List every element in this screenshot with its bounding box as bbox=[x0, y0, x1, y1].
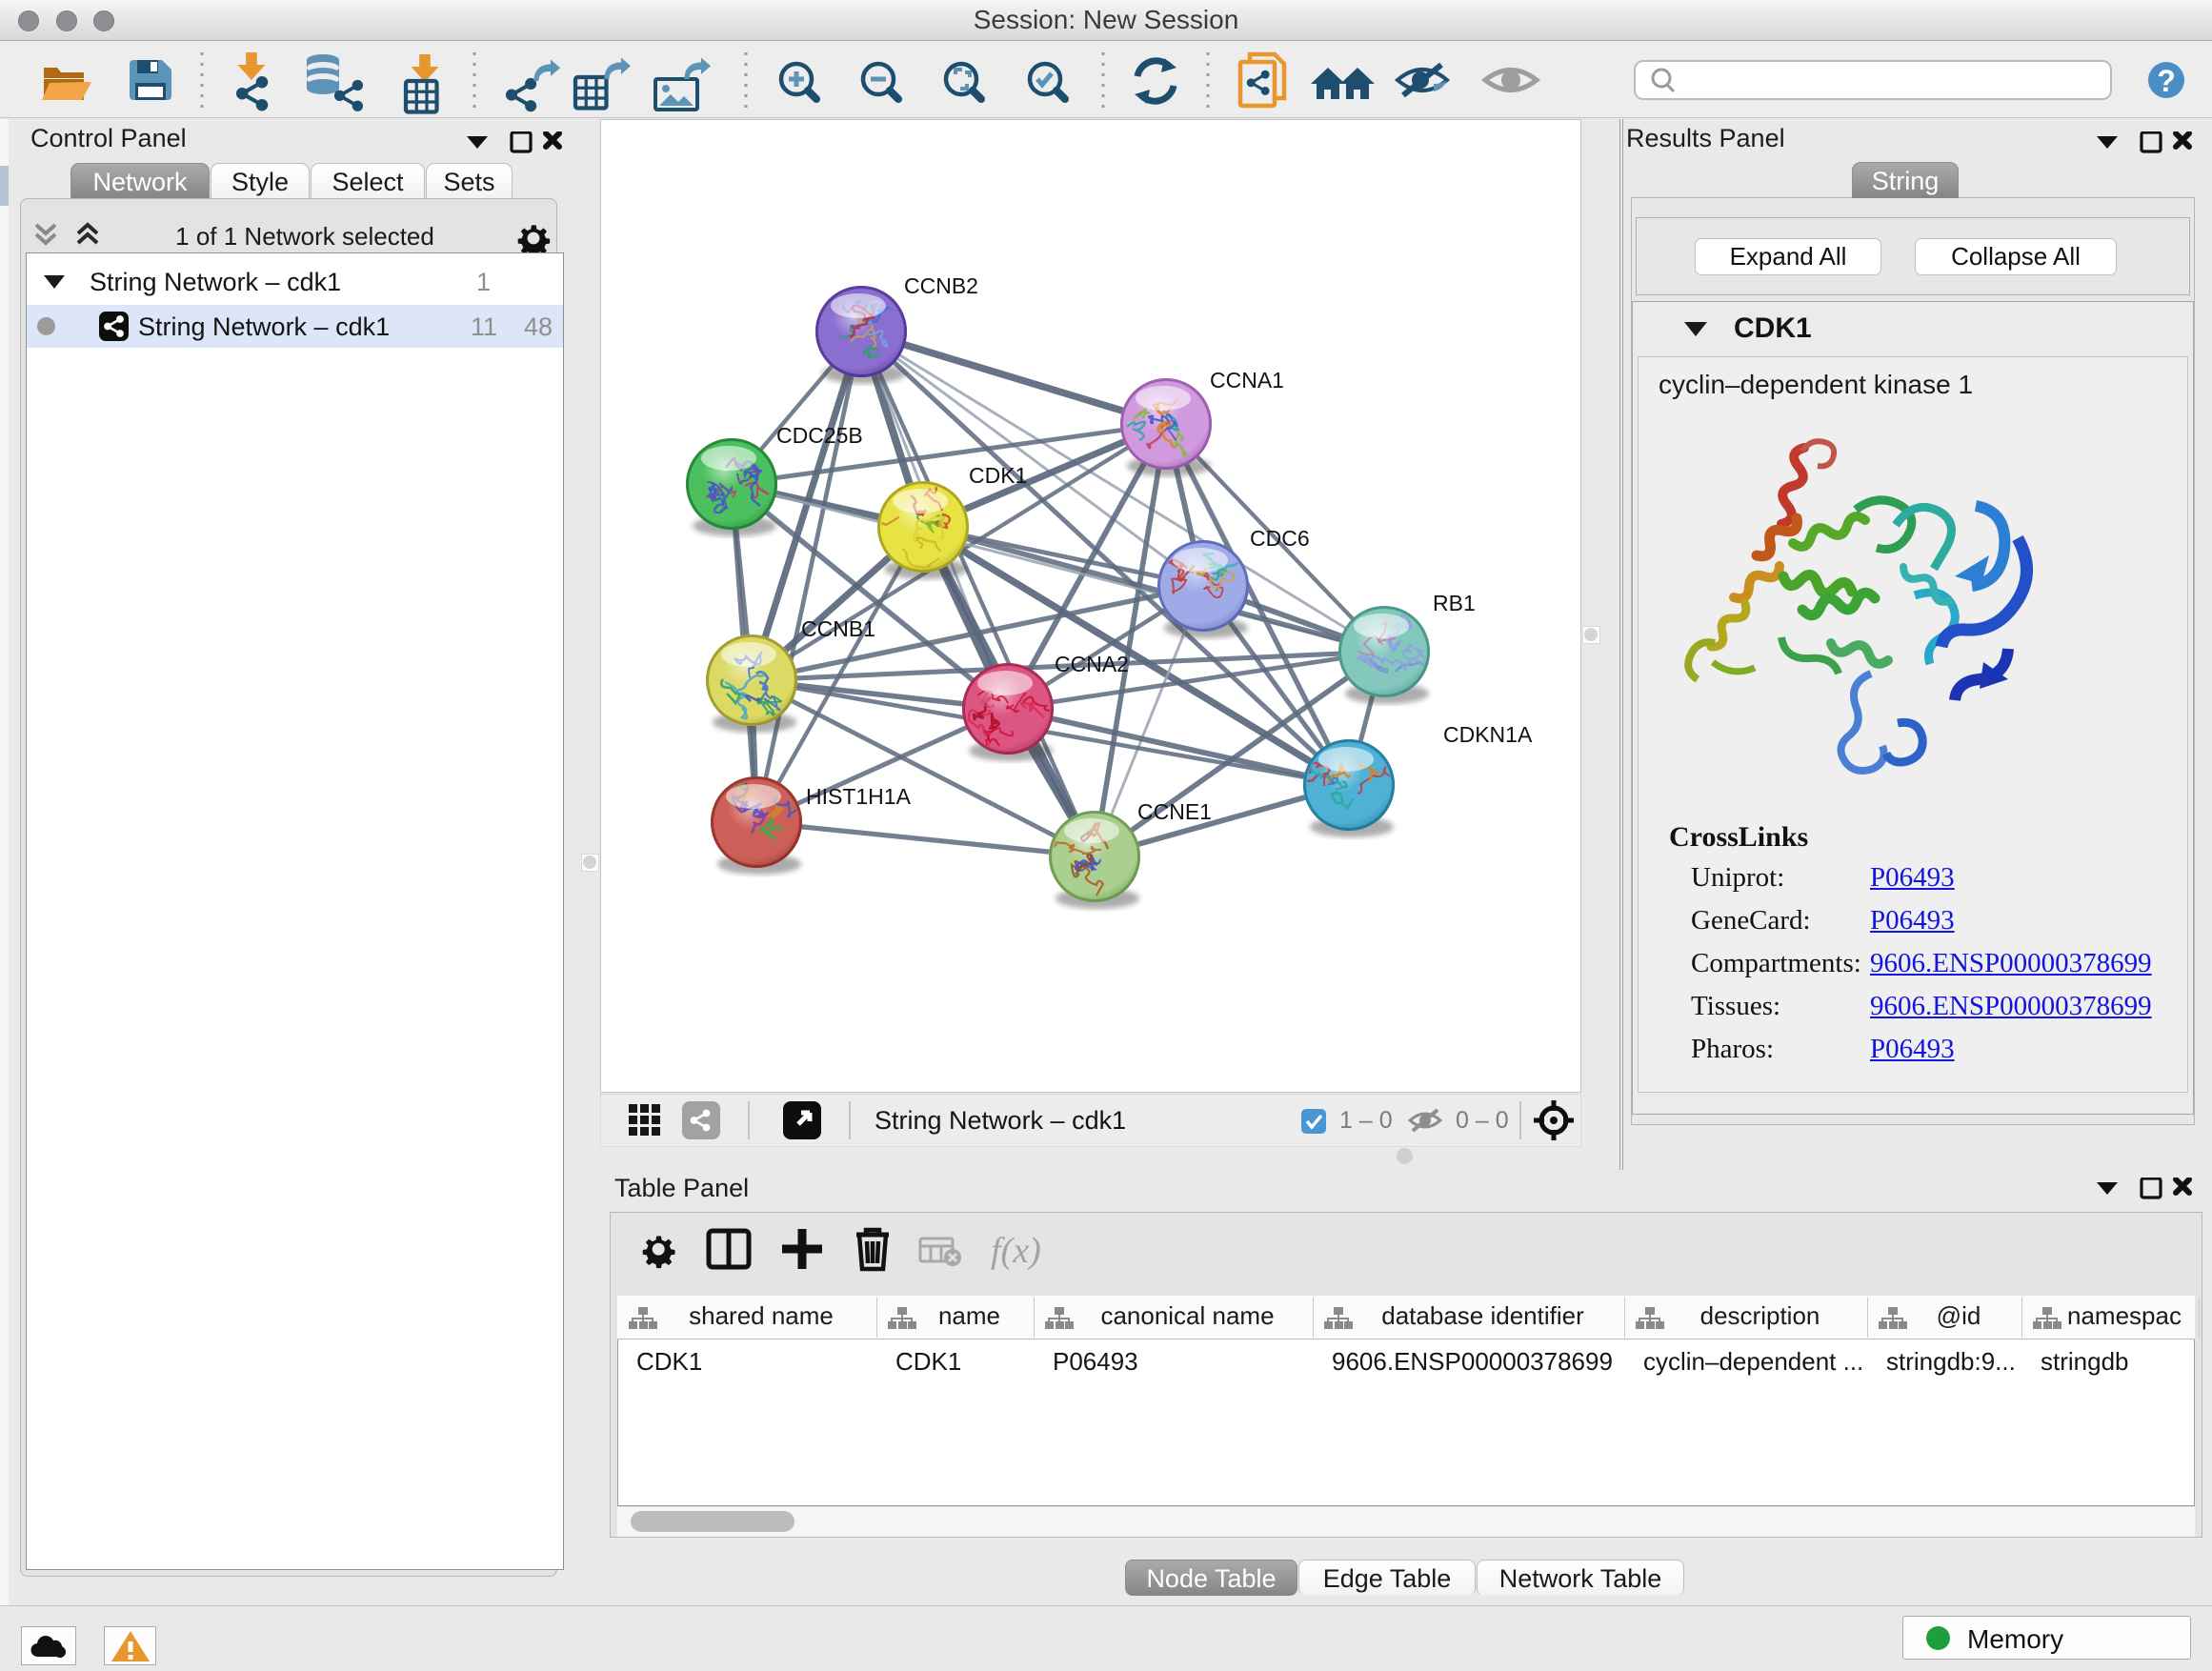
svg-text:CCNA2: CCNA2 bbox=[1055, 652, 1129, 676]
svg-text:CCNA1: CCNA1 bbox=[1210, 368, 1284, 393]
svg-text:CDC25B: CDC25B bbox=[776, 423, 863, 448]
svg-text:HIST1H1A: HIST1H1A bbox=[806, 784, 912, 809]
svg-text:1 – 0: 1 – 0 bbox=[1339, 1107, 1393, 1134]
svg-text:CDKN1A: CDKN1A bbox=[1443, 722, 1533, 747]
svg-text:?: ? bbox=[2157, 64, 2176, 98]
svg-text:CCNB2: CCNB2 bbox=[904, 273, 978, 298]
svg-text:RB1: RB1 bbox=[1433, 591, 1476, 615]
svg-text:String Network – cdk1: String Network – cdk1 bbox=[875, 1106, 1126, 1135]
svg-text:CDC6: CDC6 bbox=[1250, 526, 1310, 551]
svg-text:CCNB1: CCNB1 bbox=[801, 616, 875, 641]
svg-text:CDK1: CDK1 bbox=[969, 463, 1027, 488]
svg-text:0 – 0: 0 – 0 bbox=[1456, 1107, 1509, 1134]
svg-text:CCNE1: CCNE1 bbox=[1137, 799, 1212, 824]
